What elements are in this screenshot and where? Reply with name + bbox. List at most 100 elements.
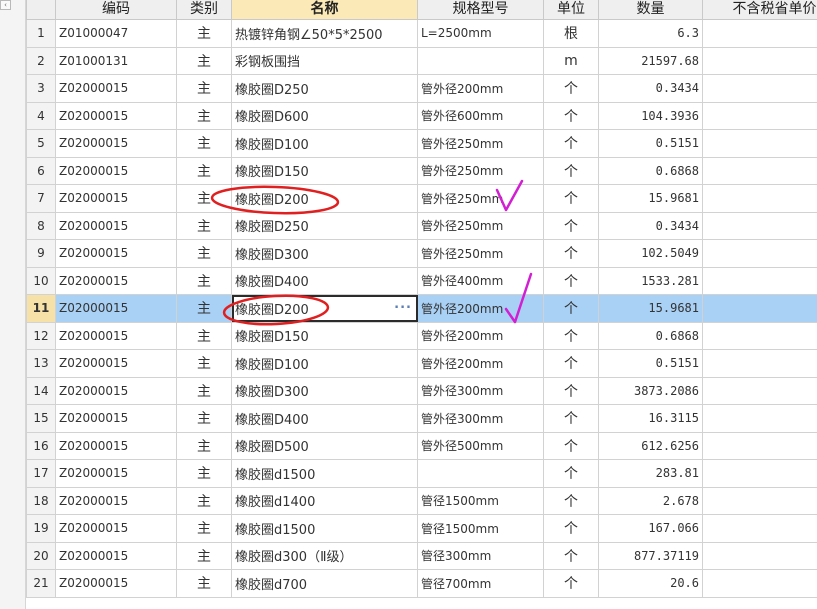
quantity-cell[interactable]: 0.6868 (598, 156, 703, 185)
unit-cell[interactable]: 个 (543, 349, 599, 378)
quantity-cell[interactable]: 15.9681 (598, 184, 703, 213)
unit-cell[interactable]: 根 (543, 19, 599, 48)
header-code[interactable]: 编码 (55, 0, 177, 20)
unit-cell[interactable]: 个 (543, 569, 599, 598)
spec-cell[interactable]: 管外径250mm (417, 239, 544, 268)
row-number[interactable]: 9 (26, 239, 56, 268)
category-cell[interactable]: 主 (176, 239, 232, 268)
table-row[interactable]: 20 Z02000015 主橡胶圈d300（Ⅱ级） 管径300mm 个 877.37119… (26, 541, 817, 570)
quantity-cell[interactable]: 167.066 (598, 514, 703, 543)
header-unit[interactable]: 单位 (543, 0, 599, 20)
category-cell[interactable]: 主 (176, 211, 232, 240)
table-row[interactable]: 5Z02000015主橡胶圈D100管外径250mm个0.51510 (26, 129, 817, 158)
row-number[interactable]: 1 (26, 19, 56, 48)
category-cell[interactable]: 主 (176, 404, 232, 433)
quantity-cell[interactable]: 0.5151 (598, 129, 703, 158)
category-cell[interactable]: 主 (176, 101, 232, 130)
table-row[interactable]: 3Z02000015主橡胶圈D250管外径200mm个0.34345 (26, 74, 817, 103)
name-cell[interactable]: 橡胶圈d1500 (231, 514, 418, 543)
price-cell[interactable] (702, 514, 817, 543)
code-cell[interactable]: Z02000015 (55, 514, 177, 543)
price-cell[interactable]: 97 (702, 459, 817, 488)
spec-cell[interactable]: 管径700mm (417, 569, 544, 598)
quantity-cell[interactable]: 0.3434 (598, 211, 703, 240)
spec-cell[interactable]: 管外径200mm (417, 294, 544, 323)
unit-cell[interactable]: m (543, 46, 599, 75)
table-row[interactable]: 16Z02000015主橡胶圈D500管外径500mm个612.625624 (26, 431, 817, 460)
name-cell[interactable]: 橡胶圈D250 (231, 211, 418, 240)
spec-cell[interactable]: 管外径250mm (417, 129, 544, 158)
price-cell[interactable]: 6 (702, 184, 817, 213)
code-cell[interactable]: Z02000015 (55, 129, 177, 158)
row-number[interactable]: 8 (26, 211, 56, 240)
category-cell[interactable]: 主 (176, 486, 232, 515)
code-cell[interactable]: Z01000131 (55, 46, 177, 75)
code-cell[interactable]: Z02000015 (55, 569, 177, 598)
row-number[interactable]: 14 (26, 376, 56, 405)
category-cell[interactable]: 主 (176, 74, 232, 103)
category-cell[interactable]: 主 (176, 514, 232, 543)
spec-cell[interactable]: 管外径250mm (417, 211, 544, 240)
price-cell[interactable]: 0 (702, 541, 817, 570)
category-cell[interactable]: 主 (176, 19, 232, 48)
table-row[interactable]: 2Z01000131主彩钢板围挡 m21597.68163 (26, 46, 817, 75)
code-cell[interactable]: Z02000015 (55, 459, 177, 488)
unit-cell[interactable]: 个 (543, 211, 599, 240)
unit-cell[interactable]: 个 (543, 294, 599, 323)
unit-cell[interactable]: 个 (543, 321, 599, 350)
price-cell[interactable]: 8 (702, 239, 817, 268)
row-number[interactable]: 6 (26, 156, 56, 185)
row-number[interactable]: 10 (26, 266, 56, 295)
row-number[interactable]: 12 (26, 321, 56, 350)
category-cell[interactable]: 主 (176, 46, 232, 75)
quantity-cell[interactable]: 3873.2086 (598, 376, 703, 405)
unit-cell[interactable]: 个 (543, 541, 599, 570)
unit-cell[interactable]: 个 (543, 74, 599, 103)
spec-cell[interactable]: 管径1500mm (417, 486, 544, 515)
quantity-cell[interactable]: 0.5151 (598, 349, 703, 378)
spec-cell[interactable]: 管外径200mm (417, 74, 544, 103)
row-number[interactable]: 16 (26, 431, 56, 460)
table-row[interactable]: 15Z02000015主橡胶圈D400管外径300mm个16.31156 (26, 404, 817, 433)
name-cell[interactable]: 橡胶圈D400 (231, 266, 418, 295)
category-cell[interactable]: 主 (176, 376, 232, 405)
quantity-cell[interactable]: 283.81 (598, 459, 703, 488)
spec-cell[interactable]: 管外径300mm (417, 376, 544, 405)
row-number[interactable]: 19 (26, 514, 56, 543)
unit-cell[interactable]: 个 (543, 101, 599, 130)
row-number[interactable]: 20 (26, 541, 56, 570)
price-cell[interactable]: 11 (702, 266, 817, 295)
quantity-cell[interactable]: 104.3936 (598, 101, 703, 130)
code-cell[interactable]: Z02000015 (55, 404, 177, 433)
row-number[interactable]: 11 (26, 294, 56, 323)
spec-cell[interactable]: 管外径600mm (417, 101, 544, 130)
spec-cell[interactable] (417, 459, 544, 488)
table-row[interactable]: 8Z02000015主橡胶圈D250管外径250mm个0.34346 (26, 211, 817, 240)
price-cell[interactable]: 0 (702, 129, 817, 158)
spec-cell[interactable] (417, 46, 544, 75)
code-cell[interactable]: Z02000015 (55, 541, 177, 570)
quantity-cell[interactable]: 612.6256 (598, 431, 703, 460)
code-cell[interactable]: Z02000015 (55, 431, 177, 460)
spec-cell[interactable]: 管外径300mm (417, 404, 544, 433)
category-cell[interactable]: 主 (176, 184, 232, 213)
row-number[interactable]: 21 (26, 569, 56, 598)
header-spec[interactable]: 规格型号 (417, 0, 544, 20)
code-cell[interactable]: Z02000015 (55, 486, 177, 515)
price-cell[interactable]: 6 (702, 211, 817, 240)
category-cell[interactable]: 主 (176, 321, 232, 350)
row-number[interactable]: 7 (26, 184, 56, 213)
name-cell[interactable]: 橡胶圈D250 (231, 74, 418, 103)
price-cell[interactable]: 24 (702, 431, 817, 460)
name-cell[interactable]: 橡胶圈D300 (231, 239, 418, 268)
price-cell[interactable]: 26 (702, 101, 817, 130)
spec-cell[interactable]: 管径300mm (417, 541, 544, 570)
name-cell[interactable]: 橡胶圈D150 (231, 321, 418, 350)
code-cell[interactable]: Z02000015 (55, 266, 177, 295)
code-cell[interactable]: Z02000015 (55, 101, 177, 130)
code-cell[interactable]: Z02000015 (55, 294, 177, 323)
unit-cell[interactable]: 个 (543, 129, 599, 158)
name-cell[interactable]: 橡胶圈D400 (231, 404, 418, 433)
price-cell[interactable]: 22 (702, 569, 817, 598)
row-number[interactable]: 15 (26, 404, 56, 433)
